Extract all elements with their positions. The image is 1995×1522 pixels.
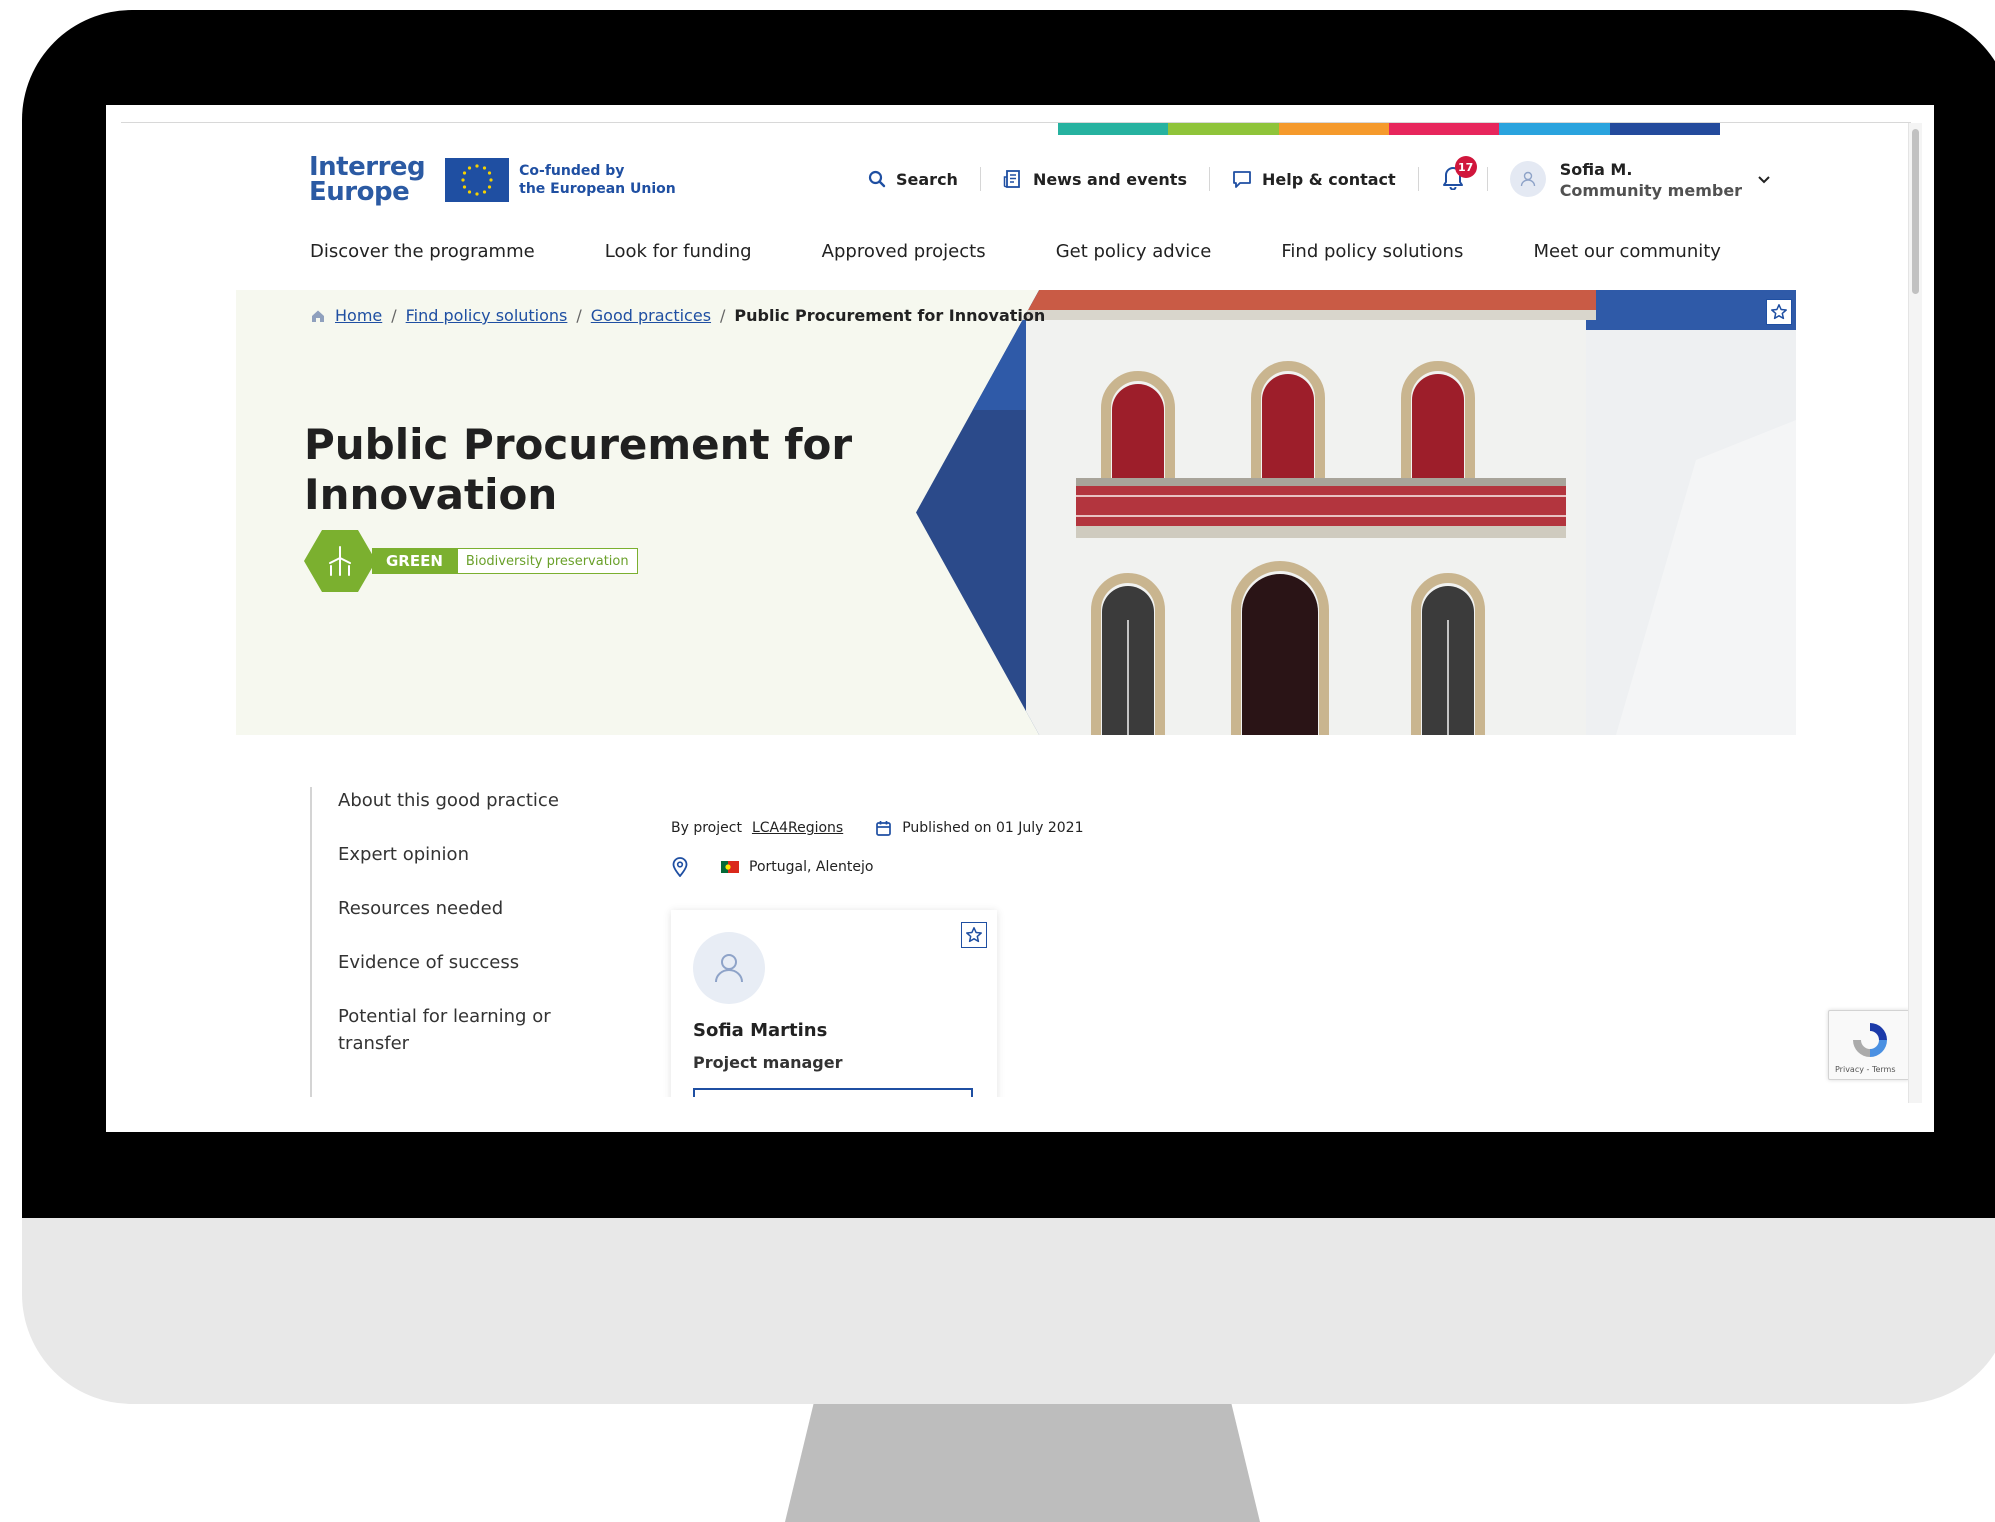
notifications-button[interactable]: 17 (1419, 156, 1487, 194)
nav-find-policy-solutions[interactable]: Find policy solutions (1281, 241, 1463, 262)
tag-primary: GREEN (372, 548, 457, 574)
contact-avatar (693, 932, 765, 1004)
chevron-down-icon[interactable] (1756, 171, 1772, 187)
breadcrumb-current: Public Procurement for Innovation (734, 306, 1046, 325)
chat-bubble-icon (1233, 171, 1251, 188)
strip-segment (1499, 123, 1610, 135)
logo-line-2: Europe (309, 177, 410, 207)
breadcrumb-separator: / (720, 306, 726, 325)
section-navigation: About this good practice Expert opinion … (310, 787, 560, 1097)
project-link[interactable]: LCA4Regions (752, 820, 843, 836)
help-contact-label: Help & contact (1261, 169, 1396, 189)
sidenav-about[interactable]: About this good practice (312, 787, 560, 814)
user-info: Sofia M. Community member (1560, 159, 1742, 200)
brand-color-strip (1058, 123, 1720, 135)
eu-flag-icon (445, 158, 510, 202)
breadcrumb-home[interactable]: Home (335, 306, 382, 325)
star-icon (966, 927, 982, 943)
search-label: Search (896, 169, 958, 189)
vertical-scrollbar[interactable] (1908, 123, 1922, 1103)
search-button[interactable]: Search (846, 165, 980, 193)
location-text: Portugal, Alentejo (749, 859, 874, 875)
breadcrumb: Home / Find policy solutions / Good prac… (310, 306, 1045, 325)
monitor-stand (785, 1404, 1260, 1522)
practice-meta: By project LCA4Regions Published on 01 J… (671, 817, 1083, 878)
sidenav-expert-opinion[interactable]: Expert opinion (312, 841, 560, 868)
nav-meet-community[interactable]: Meet our community (1533, 241, 1721, 262)
sidenav-potential-for-learning[interactable]: Potential for learning or transfer (312, 1003, 560, 1057)
breadcrumb-find-policy-solutions[interactable]: Find policy solutions (406, 306, 568, 325)
monitor-chin (22, 1218, 1995, 1404)
utility-bar: Search News and events Help & contact 17… (846, 156, 1772, 200)
user-icon (1520, 171, 1535, 187)
breadcrumb-separator: / (391, 306, 397, 325)
eu-cofunded-text: Co-funded by the European Union (519, 162, 676, 198)
home-icon (312, 310, 324, 322)
scrollbar-thumb[interactable] (1912, 129, 1919, 294)
page-title: Public Procurement for Innovation (304, 420, 853, 519)
browser-viewport: Interreg Europe Co-funded by the Europea… (106, 105, 1934, 1132)
user-icon (715, 954, 743, 983)
town-hall-illustration (916, 290, 1796, 735)
star-icon (1771, 304, 1787, 320)
search-icon (868, 170, 886, 188)
published-date: Published on 01 July 2021 (902, 820, 1084, 836)
strip-segment (1168, 123, 1279, 135)
strip-segment (1609, 123, 1720, 135)
newspaper-icon (1003, 170, 1020, 188)
meta-project-row: By project LCA4Regions Published on 01 J… (671, 817, 1083, 839)
recaptcha-icon (1853, 1023, 1887, 1057)
main-navigation: Discover the programme Look for funding … (310, 241, 1721, 262)
strip-segment (1058, 123, 1169, 135)
user-name: Sofia M. (1559, 159, 1633, 179)
strip-segment (1278, 123, 1389, 135)
nav-look-for-funding[interactable]: Look for funding (605, 241, 752, 262)
sidenav-resources-needed[interactable]: Resources needed (312, 895, 560, 922)
recaptcha-badge[interactable]: Privacy - Terms (1828, 1010, 1910, 1080)
map-pin-icon (672, 857, 688, 877)
tag-secondary: Biodiversity preservation (456, 548, 638, 574)
recaptcha-privacy-terms: Privacy - Terms (1835, 1065, 1896, 1074)
eu-line-1: Co-funded by (519, 163, 625, 179)
strip-segment (1388, 123, 1500, 135)
nav-get-policy-advice[interactable]: Get policy advice (1056, 241, 1212, 262)
breadcrumb-separator: / (576, 306, 582, 325)
viewport-bottom-edge (121, 1097, 1909, 1132)
interreg-logo: Interreg Europe (309, 154, 426, 207)
user-avatar (1509, 161, 1546, 197)
eu-line-2: the European Union (519, 181, 676, 197)
breadcrumb-good-practices[interactable]: Good practices (591, 306, 711, 325)
calendar-icon (876, 820, 892, 836)
nav-discover-programme[interactable]: Discover the programme (310, 241, 535, 262)
news-events-label: News and events (1032, 169, 1187, 189)
wind-turbine-icon (304, 530, 376, 592)
portugal-flag-icon (721, 861, 739, 873)
hero-banner: Home / Find policy solutions / Good prac… (236, 290, 1796, 735)
topic-tag[interactable]: GREEN Biodiversity preservation (304, 530, 638, 592)
hero-image (916, 290, 1796, 735)
contact-name: Sofia Martins (693, 1020, 828, 1041)
help-contact-link[interactable]: Help & contact (1210, 165, 1418, 193)
card-bookmark-button[interactable] (961, 922, 987, 948)
bookmark-star-button[interactable] (1766, 299, 1792, 325)
news-events-link[interactable]: News and events (981, 165, 1209, 193)
sidenav-evidence-of-success[interactable]: Evidence of success (312, 949, 560, 976)
meta-location-row: Portugal, Alentejo (671, 856, 1083, 878)
user-menu[interactable]: Sofia M. Community member (1488, 159, 1772, 200)
nav-approved-projects[interactable]: Approved projects (822, 241, 986, 262)
user-role: Community member (1559, 180, 1743, 200)
by-project-label: By project (671, 820, 742, 836)
notification-badge: 17 (1454, 156, 1477, 178)
site-logo[interactable]: Interreg Europe Co-funded by the Europea… (309, 154, 676, 207)
contact-role: Project manager (693, 1053, 843, 1072)
